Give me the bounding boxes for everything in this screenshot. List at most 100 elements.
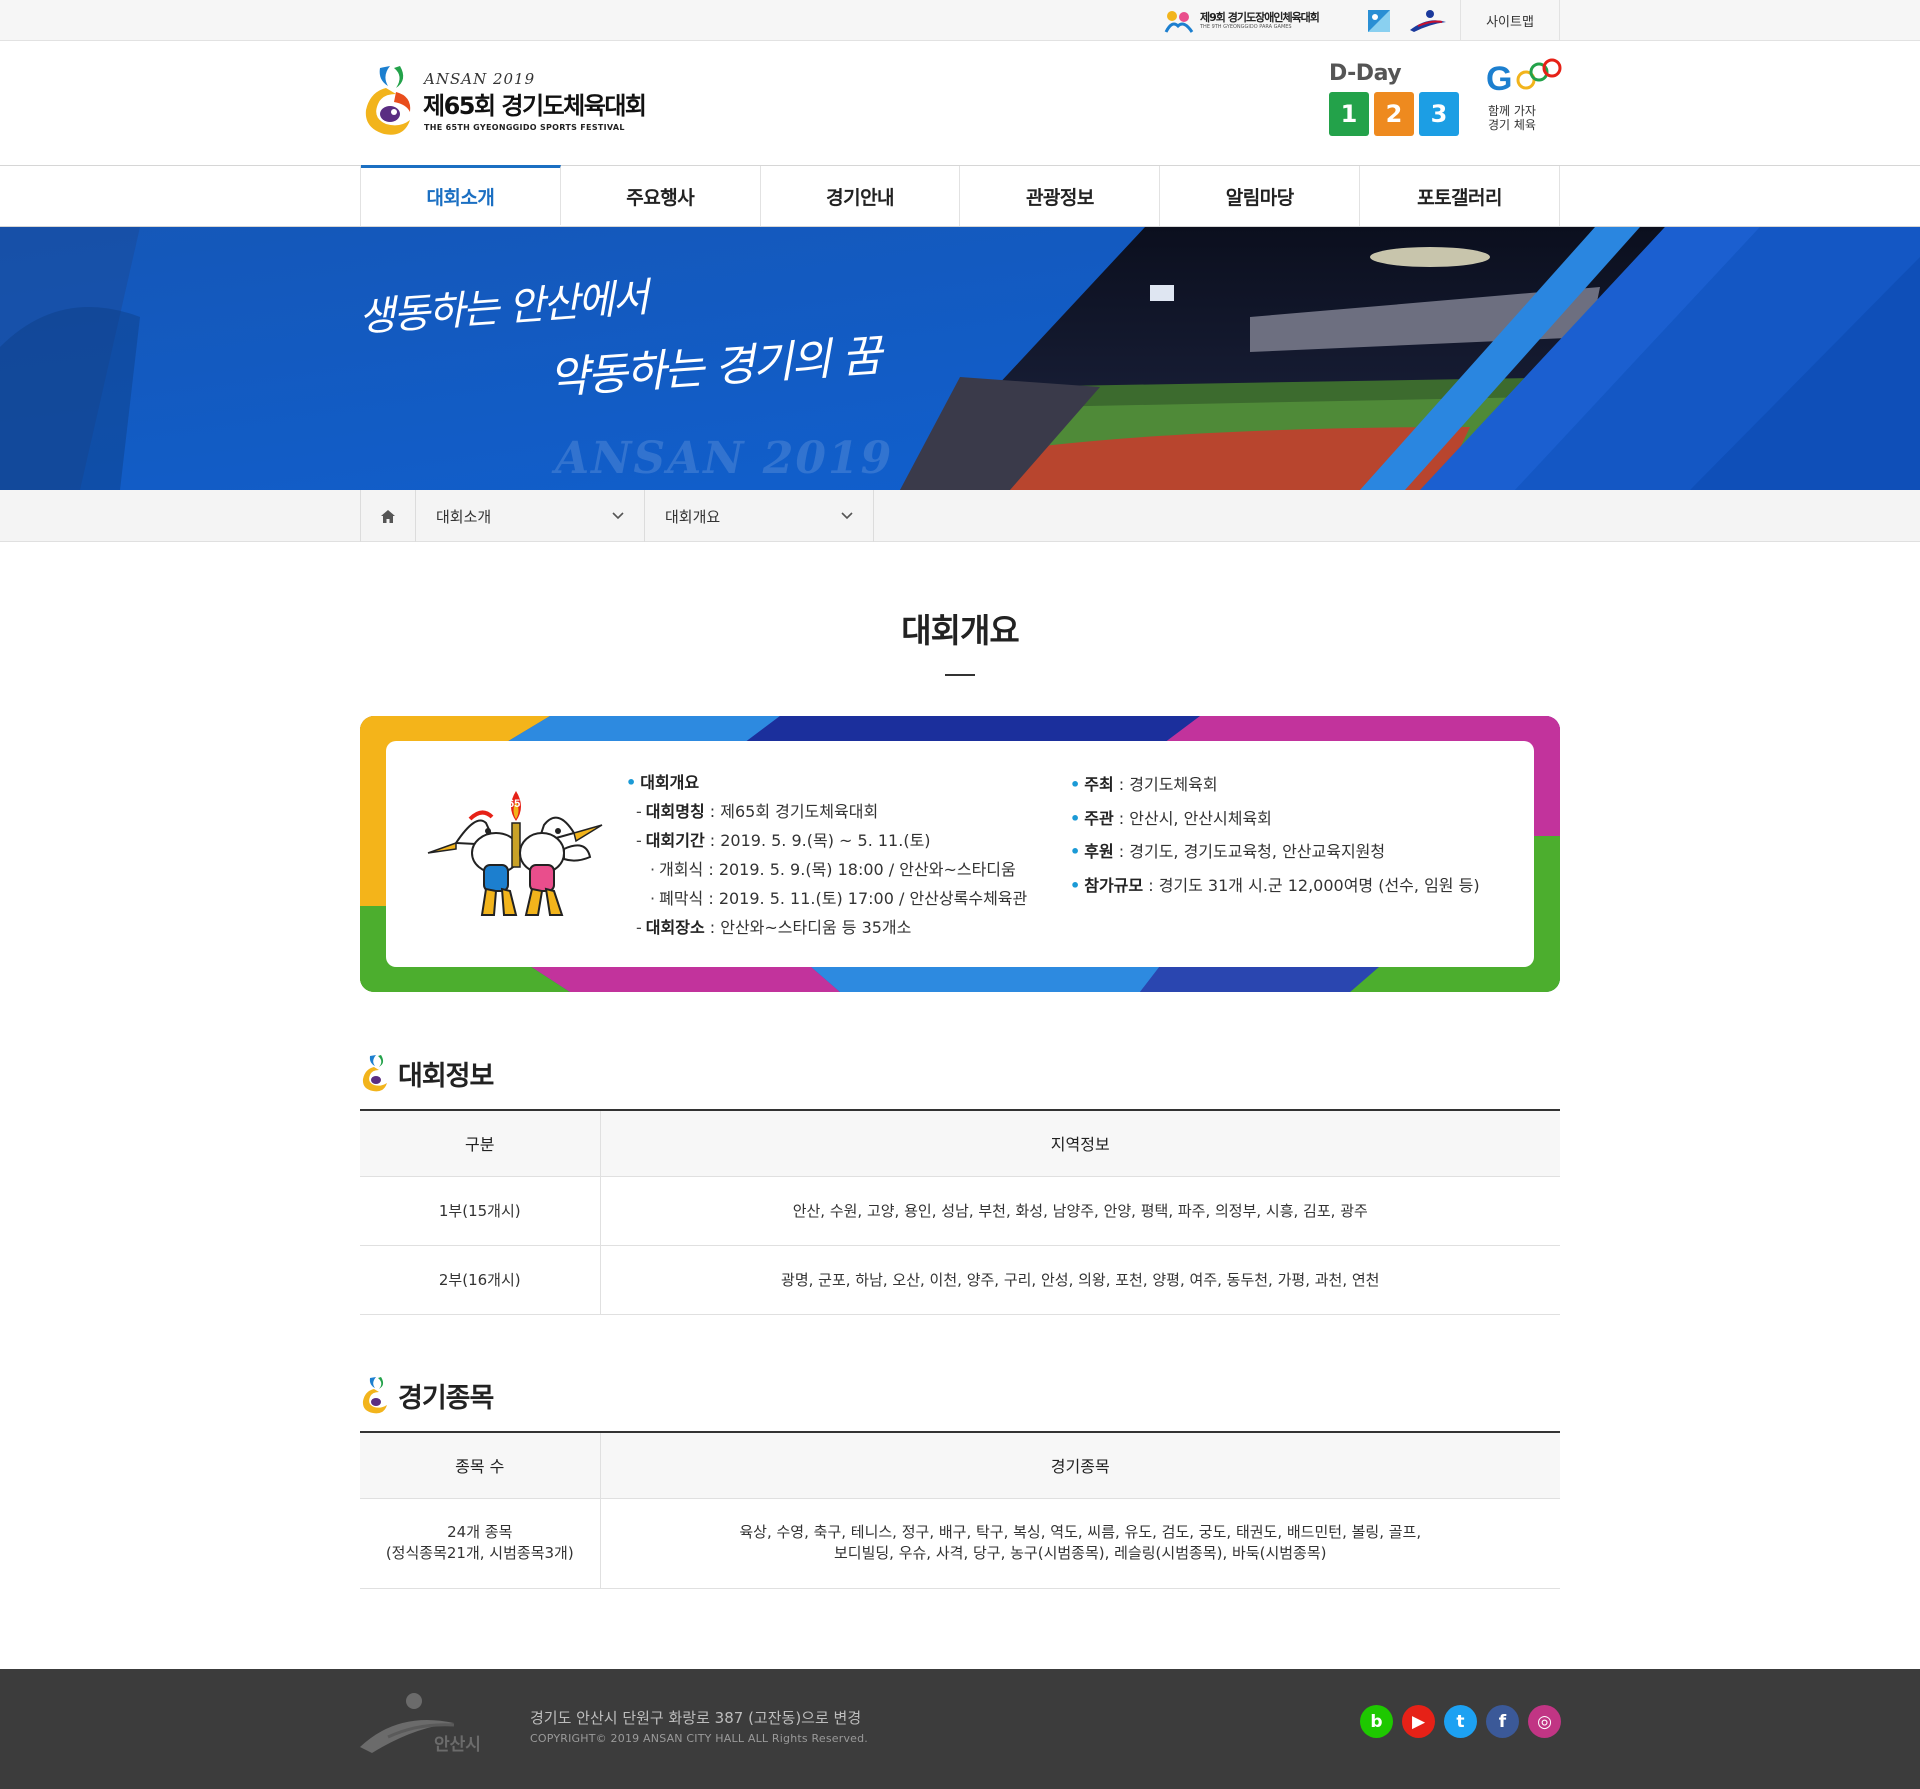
table-header-cell: 지역정보 <box>600 1110 1560 1177</box>
overview-venue-label: 대회장소 <box>645 918 705 937</box>
breadcrumb-level2-select[interactable]: 대회개요 <box>645 490 874 542</box>
chevron-down-icon <box>841 512 853 520</box>
svg-text:G: G <box>1486 60 1512 98</box>
site-header: ANSAN 2019 제65회 경기도체육대회 THE 65TH GYEONGG… <box>0 41 1920 165</box>
overview-opening-row: · 개회식 : 2019. 5. 9.(목) 18:00 / 안산와~스타디움 <box>650 860 1016 879</box>
table-header-cell: 구분 <box>360 1110 601 1177</box>
footer-address: 경기도 안산시 단원구 화랑로 387 (고잔동)으로 변경 <box>530 1709 862 1727</box>
mascot-cranes-icon: 65 <box>427 791 603 916</box>
festival-logo[interactable]: ANSAN 2019 제65회 경기도체육대회 THE 65TH GYEONGG… <box>360 60 690 144</box>
home-icon <box>381 509 395 523</box>
overview-venue-row: - 대회장소 : 안산와~스타디움 등 35개소 <box>636 918 912 937</box>
overview-organizer-row: • 주관 : 안산시, 안산시체육회 <box>1070 808 1272 828</box>
dday-digit-2: 2 <box>1374 92 1414 136</box>
nav-item-notice[interactable]: 알림마당 <box>1160 166 1361 226</box>
go-slogan-line1: 함께 가자 <box>1488 104 1536 118</box>
overview-heading: 대회개요 <box>640 773 700 792</box>
overview-organizer-label: 주관 <box>1084 808 1114 828</box>
dday-digit-1: 1 <box>1329 92 1369 136</box>
table-header-row: 구분 지역정보 <box>360 1110 1560 1177</box>
facebook-icon[interactable]: f <box>1486 1705 1519 1738</box>
info-section-title: 대회정보 <box>398 1060 494 1092</box>
sports-list-line2: 보디빌딩, 우슈, 사격, 당구, 농구(시범종목), 레슬링(시범종목), 바… <box>833 1544 1327 1562</box>
festival-emblem-icon <box>362 1055 387 1092</box>
blog-icon[interactable]: b <box>1360 1705 1393 1738</box>
overview-period-value: : 2019. 5. 9.(목) ~ 5. 11.(토) <box>704 831 931 850</box>
table-header-cell: 종목 수 <box>360 1432 601 1499</box>
breadcrumb-level2-label: 대회개요 <box>665 507 721 526</box>
breadcrumb-level1-select[interactable]: 대회소개 <box>416 490 645 542</box>
para-games-title: 제9회 경기도장애인체육대회 <box>1200 11 1320 24</box>
logo-subtitle: THE 65TH GYEONGGIDO SPORTS FESTIVAL <box>424 123 625 132</box>
bullet-dot: • <box>626 773 637 792</box>
overview-host-label: 주최 <box>1084 775 1114 794</box>
para-games-mascot-icon <box>1164 11 1194 33</box>
footer-copyright: COPYRIGHT© 2019 ANSAN CITY HALL ALL Righ… <box>530 1732 869 1745</box>
ansan-city-footer-logo: 안산시 <box>360 1693 481 1754</box>
table-cell: 24개 종목 (정식종목21개, 시범종목3개) <box>360 1498 601 1589</box>
partner-logo-icon[interactable] <box>1366 8 1392 34</box>
hero-background <box>0 227 1920 490</box>
table-header-cell: 경기종목 <box>600 1432 1560 1499</box>
overview-organizer-value: : 안산시, 안산시체육회 <box>1113 808 1272 828</box>
overview-details-right: • 주최 : 경기도체육회 • 주관 : 안산시, 안산시체육회 • 후원 : 경기도… <box>1070 768 1480 902</box>
table-row: 1부(15개시) 안산, 수원, 고양, 용인, 성남, 부천, 화성, 남양주… <box>360 1176 1560 1246</box>
table-cell: 육상, 수영, 축구, 테니스, 정구, 배구, 탁구, 복싱, 역도, 씨름,… <box>600 1498 1560 1589</box>
nav-item-tourism[interactable]: 관광정보 <box>960 166 1161 226</box>
overview-sponsor-label: 후원 <box>1084 842 1114 861</box>
site-footer: 안산시 경기도 안산시 단원구 화랑로 387 (고잔동)으로 변경 COPYR… <box>0 1669 1920 1789</box>
table-cell: 1부(15개시) <box>360 1176 601 1246</box>
overview-scale-label: 참가규모 <box>1084 875 1144 895</box>
dday-label: D-Day <box>1329 61 1402 86</box>
svg-text:65: 65 <box>508 798 520 810</box>
overview-name-label: 대회명칭 <box>645 802 705 821</box>
title-underline <box>945 674 975 676</box>
overview-host-row: • 주최 : 경기도체육회 <box>1070 775 1218 794</box>
main-nav: 대회소개 주요행사 경기안내 관광정보 알림마당 포토갤러리 <box>0 165 1920 227</box>
page-title: 대회개요 <box>901 611 1019 650</box>
overview-scale-row: • 참가규모 : 경기도 31개 시.군 12,000여명 (선수, 임원 등) <box>1070 875 1480 895</box>
social-links: b ▶ t f ◎ <box>1360 1705 1561 1738</box>
hero-banner: 생동하는 안산에서 약동하는 경기의 꿈 ANSAN 2019 <box>0 227 1920 490</box>
info-section-heading: 대회정보 <box>360 1053 494 1093</box>
overview-details-left: • 대회개요 - 대회명칭 : 제65회 경기도체육대회 - 대회기간 : 2019.… <box>626 768 1027 942</box>
instagram-icon[interactable]: ◎ <box>1528 1705 1561 1738</box>
overview-closing-row: · 폐막식 : 2019. 5. 11.(토) 17:00 / 안산상록수체육관 <box>650 889 1028 908</box>
table-cell: 광명, 군포, 하남, 오산, 이천, 양주, 구리, 안성, 의왕, 포천, … <box>600 1245 1560 1315</box>
overview-sponsor-value: : 경기도, 경기도교육청, 안산교육지원청 <box>1113 842 1386 861</box>
table-header-row: 종목 수 경기종목 <box>360 1432 1560 1499</box>
dday-digit-3: 3 <box>1419 92 1459 136</box>
home-button[interactable] <box>361 490 416 542</box>
table-cell: 2부(16개시) <box>360 1245 601 1315</box>
breadcrumb: 대회소개 대회개요 <box>0 490 1920 542</box>
overview-scale-value: : 경기도 31개 시.군 12,000여명 (선수, 임원 등) <box>1143 875 1480 895</box>
nav-item-events[interactable]: 주요행사 <box>561 166 761 226</box>
para-games-link[interactable]: 제9회 경기도장애인체육대회 THE 9TH GYEONGGIDO PARA G… <box>1162 7 1320 35</box>
nav-item-gallery[interactable]: 포토갤러리 <box>1360 166 1560 226</box>
sitemap-link[interactable]: 사이트맵 <box>1460 0 1560 40</box>
sports-section-title: 경기종목 <box>398 1382 494 1414</box>
sports-count-line2: (정식종목21개, 시범종목3개) <box>385 1544 574 1562</box>
dday-counter: D-Day 1 2 3 <box>1329 61 1459 136</box>
nav-item-games[interactable]: 경기안내 <box>761 166 961 226</box>
youtube-icon[interactable]: ▶ <box>1402 1705 1435 1738</box>
breadcrumb-level1-label: 대회소개 <box>436 507 492 526</box>
go-campaign-logo[interactable]: G 함께 가자 경기 체육 <box>1486 58 1562 146</box>
info-table: 구분 지역정보 1부(15개시) 안산, 수원, 고양, 용인, 성남, 부천,… <box>360 1109 1560 1315</box>
para-games-subtitle: THE 9TH GYEONGGIDO PARA GAMES <box>1200 24 1292 30</box>
overview-heading-row: • 대회개요 <box>626 768 1027 797</box>
overview-period-label: 대회기간 <box>645 831 705 850</box>
ansan-city-logo-icon[interactable] <box>1408 8 1448 34</box>
sports-count-line1: 24개 종목 <box>447 1523 513 1541</box>
logo-title: 제65회 경기도체육대회 <box>423 92 647 120</box>
twitter-icon[interactable]: t <box>1444 1705 1477 1738</box>
festival-emblem-icon <box>365 66 411 135</box>
footer-city-name: 안산시 <box>434 1735 481 1754</box>
table-cell: 안산, 수원, 고양, 용인, 성남, 부천, 화성, 남양주, 안양, 평택,… <box>600 1176 1560 1246</box>
nav-item-intro[interactable]: 대회소개 <box>361 165 561 225</box>
overview-name-row: - 대회명칭 : 제65회 경기도체육대회 <box>636 802 879 821</box>
overview-sponsor-row: • 후원 : 경기도, 경기도교육청, 안산교육지원청 <box>1070 842 1386 861</box>
sports-section-heading: 경기종목 <box>360 1375 494 1415</box>
table-row: 2부(16개시) 광명, 군포, 하남, 오산, 이천, 양주, 구리, 안성,… <box>360 1245 1560 1315</box>
overview-opening: 개회식 : 2019. 5. 9.(목) 18:00 / 안산와~스타디움 <box>659 860 1016 879</box>
